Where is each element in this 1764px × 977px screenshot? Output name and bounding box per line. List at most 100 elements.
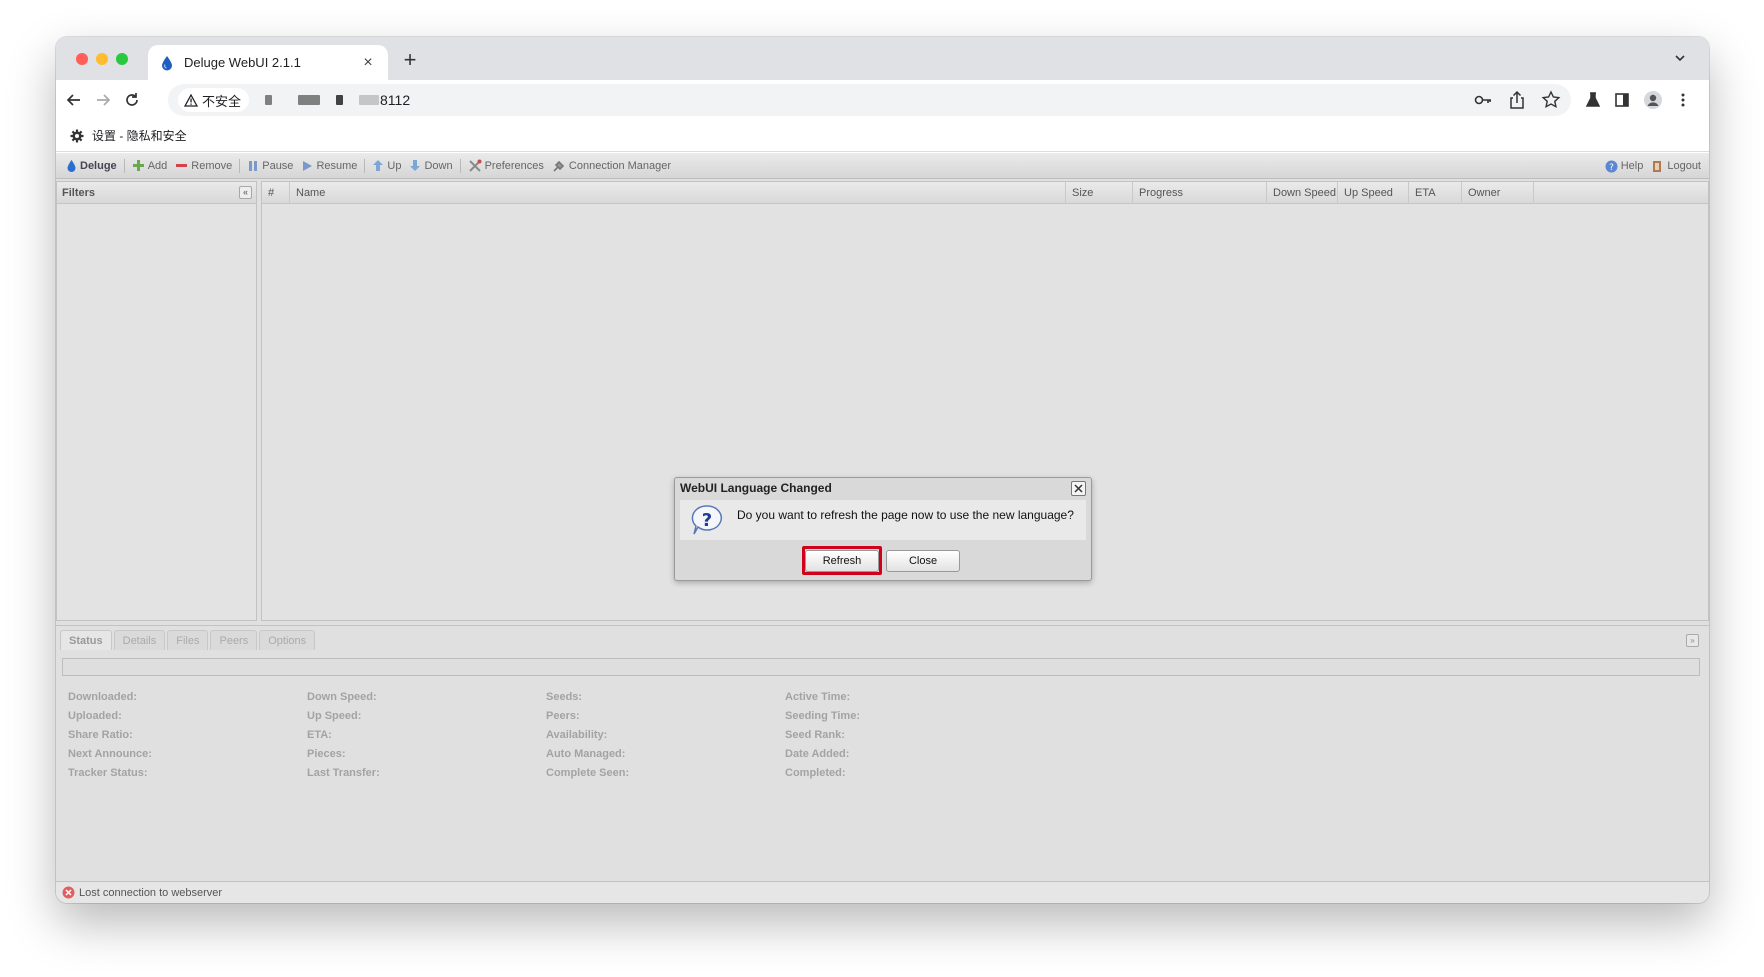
redacted-url-part [336,95,344,105]
help-circle-icon: ? [1605,160,1618,173]
question-icon: ? [691,505,722,535]
address-bar[interactable]: 不安全 8112 [168,84,1571,116]
logout-door-icon [1653,160,1662,172]
reload-button[interactable] [122,90,142,110]
profile-button[interactable] [1643,90,1663,110]
security-indicator[interactable]: 不安全 [178,88,250,112]
redacted-url-part [359,95,380,105]
reload-icon [126,93,138,106]
plus-icon [132,160,144,171]
column-header[interactable]: Name [290,182,1066,204]
svg-text:?: ? [702,510,712,531]
tab-options[interactable]: Options [259,630,316,650]
status-field-label: Availability: [546,729,608,741]
help-button[interactable]: ? Help [1601,156,1648,176]
url-port-text: 8112 [380,92,411,108]
queue-down-button[interactable]: Down [405,156,456,176]
key-icon[interactable] [1473,90,1493,110]
omnibox-actions [1473,90,1561,110]
column-header[interactable]: Down Speed [1267,182,1338,204]
refresh-button[interactable]: Refresh [805,550,879,572]
browser-tab-deluge[interactable]: Deluge WebUI 2.1.1 × [148,45,388,80]
svg-text:?: ? [1609,163,1614,173]
details-panel: Status Details Files Peers Options » Downloa… [56,625,1709,837]
column-header[interactable]: # [262,182,290,204]
add-button[interactable]: Add [128,156,172,176]
resume-button[interactable]: Resume [297,156,361,176]
status-field-label: Downloaded: [68,691,138,703]
preferences-button[interactable]: Preferences [464,156,548,176]
pause-button[interactable]: Pause [243,156,297,176]
status-field-label: Next Announce: [68,748,152,760]
toolbar-separator [239,158,241,173]
column-header[interactable]: Progress [1133,182,1267,204]
status-field-label: Up Speed: [307,710,362,722]
dialog-title: WebUI Language Changed [680,481,832,495]
close-icon [1074,484,1083,493]
browser-menu-button[interactable] [1673,90,1693,110]
status-field-label: ETA: [307,729,332,741]
side-panel-button[interactable] [1612,90,1632,110]
forward-button[interactable] [93,90,113,110]
collapse-details-button[interactable]: » [1686,634,1699,647]
torrent-progress-bar [62,658,1700,676]
language-changed-dialog: WebUI Language Changed ? Do you want to … [674,477,1092,581]
toolbar-separator [364,158,366,173]
deluge-drop-icon [162,55,172,70]
zoom-window-button[interactable] [116,53,128,65]
status-field-label: Auto Managed: [546,748,626,760]
tab-status[interactable]: Status [60,630,112,650]
close-window-button[interactable] [76,53,88,65]
bookmark-star-icon[interactable] [1541,90,1561,110]
back-button[interactable] [64,90,84,110]
status-field-label: Pieces: [307,748,346,760]
toolbar-separator [123,158,125,173]
deluge-drop-icon [67,159,76,172]
redacted-url-part [265,95,273,105]
connection-manager-button[interactable]: Connection Manager [548,156,675,176]
queue-up-button[interactable]: Up [368,156,405,176]
column-header[interactable]: Owner [1462,182,1534,204]
collapse-filters-button[interactable]: « [239,186,252,199]
profile-avatar-icon [1644,91,1662,109]
status-message: Lost connection to webserver [79,886,223,899]
column-header[interactable]: ETA [1409,182,1462,204]
status-field-label: Seeding Time: [785,710,860,722]
column-header[interactable]: Up Speed [1338,182,1409,204]
status-column-4: Active Time: Seeding Time: Seed Rank: Date … [785,688,860,783]
gear-icon [70,129,84,142]
lab-flask-icon [1585,92,1601,107]
browser-toolbar: 不安全 8112 [56,80,1709,120]
arrow-left-icon [66,94,80,106]
logout-button[interactable]: Logout [1647,156,1705,176]
status-field-label: Seeds: [546,691,583,703]
tab-files[interactable]: Files [167,630,209,650]
remove-button[interactable]: Remove [171,156,236,176]
tab-close-icon[interactable]: × [360,54,376,72]
minus-icon [176,164,188,167]
side-panel-icon [1615,93,1629,107]
status-column-3: Seeds: Peers: Availability: Auto Managed: Co… [546,688,629,783]
redacted-url-part [298,95,321,105]
plug-icon [553,160,565,172]
close-button[interactable]: Close [886,550,960,572]
column-header[interactable]: Size [1066,182,1133,204]
toolbar-separator [459,158,461,173]
dialog-close-button[interactable] [1071,481,1086,496]
bookmark-settings-privacy[interactable]: 设置 - 隐私和安全 [70,127,187,144]
status-field-label: Last Transfer: [307,767,380,779]
arrow-right-icon [97,94,111,106]
tab-peers[interactable]: Peers [210,630,258,650]
tab-search-chevron-icon[interactable] [1673,51,1687,65]
status-bar: Lost connection to webserver [56,881,1709,903]
tab-details[interactable]: Details [113,630,166,650]
minimize-window-button[interactable] [96,53,108,65]
arrow-down-icon [410,160,421,171]
status-column-2: Down Speed: Up Speed: ETA: Pieces: Last Tran… [307,688,380,783]
more-vertical-icon [1681,93,1685,107]
new-tab-button[interactable]: + [398,47,422,73]
share-icon[interactable] [1507,90,1527,110]
dialog-message: Do you want to refresh the page now to u… [737,508,1074,522]
status-field-label: Complete Seen: [546,767,630,779]
extension-button[interactable] [1583,90,1603,110]
